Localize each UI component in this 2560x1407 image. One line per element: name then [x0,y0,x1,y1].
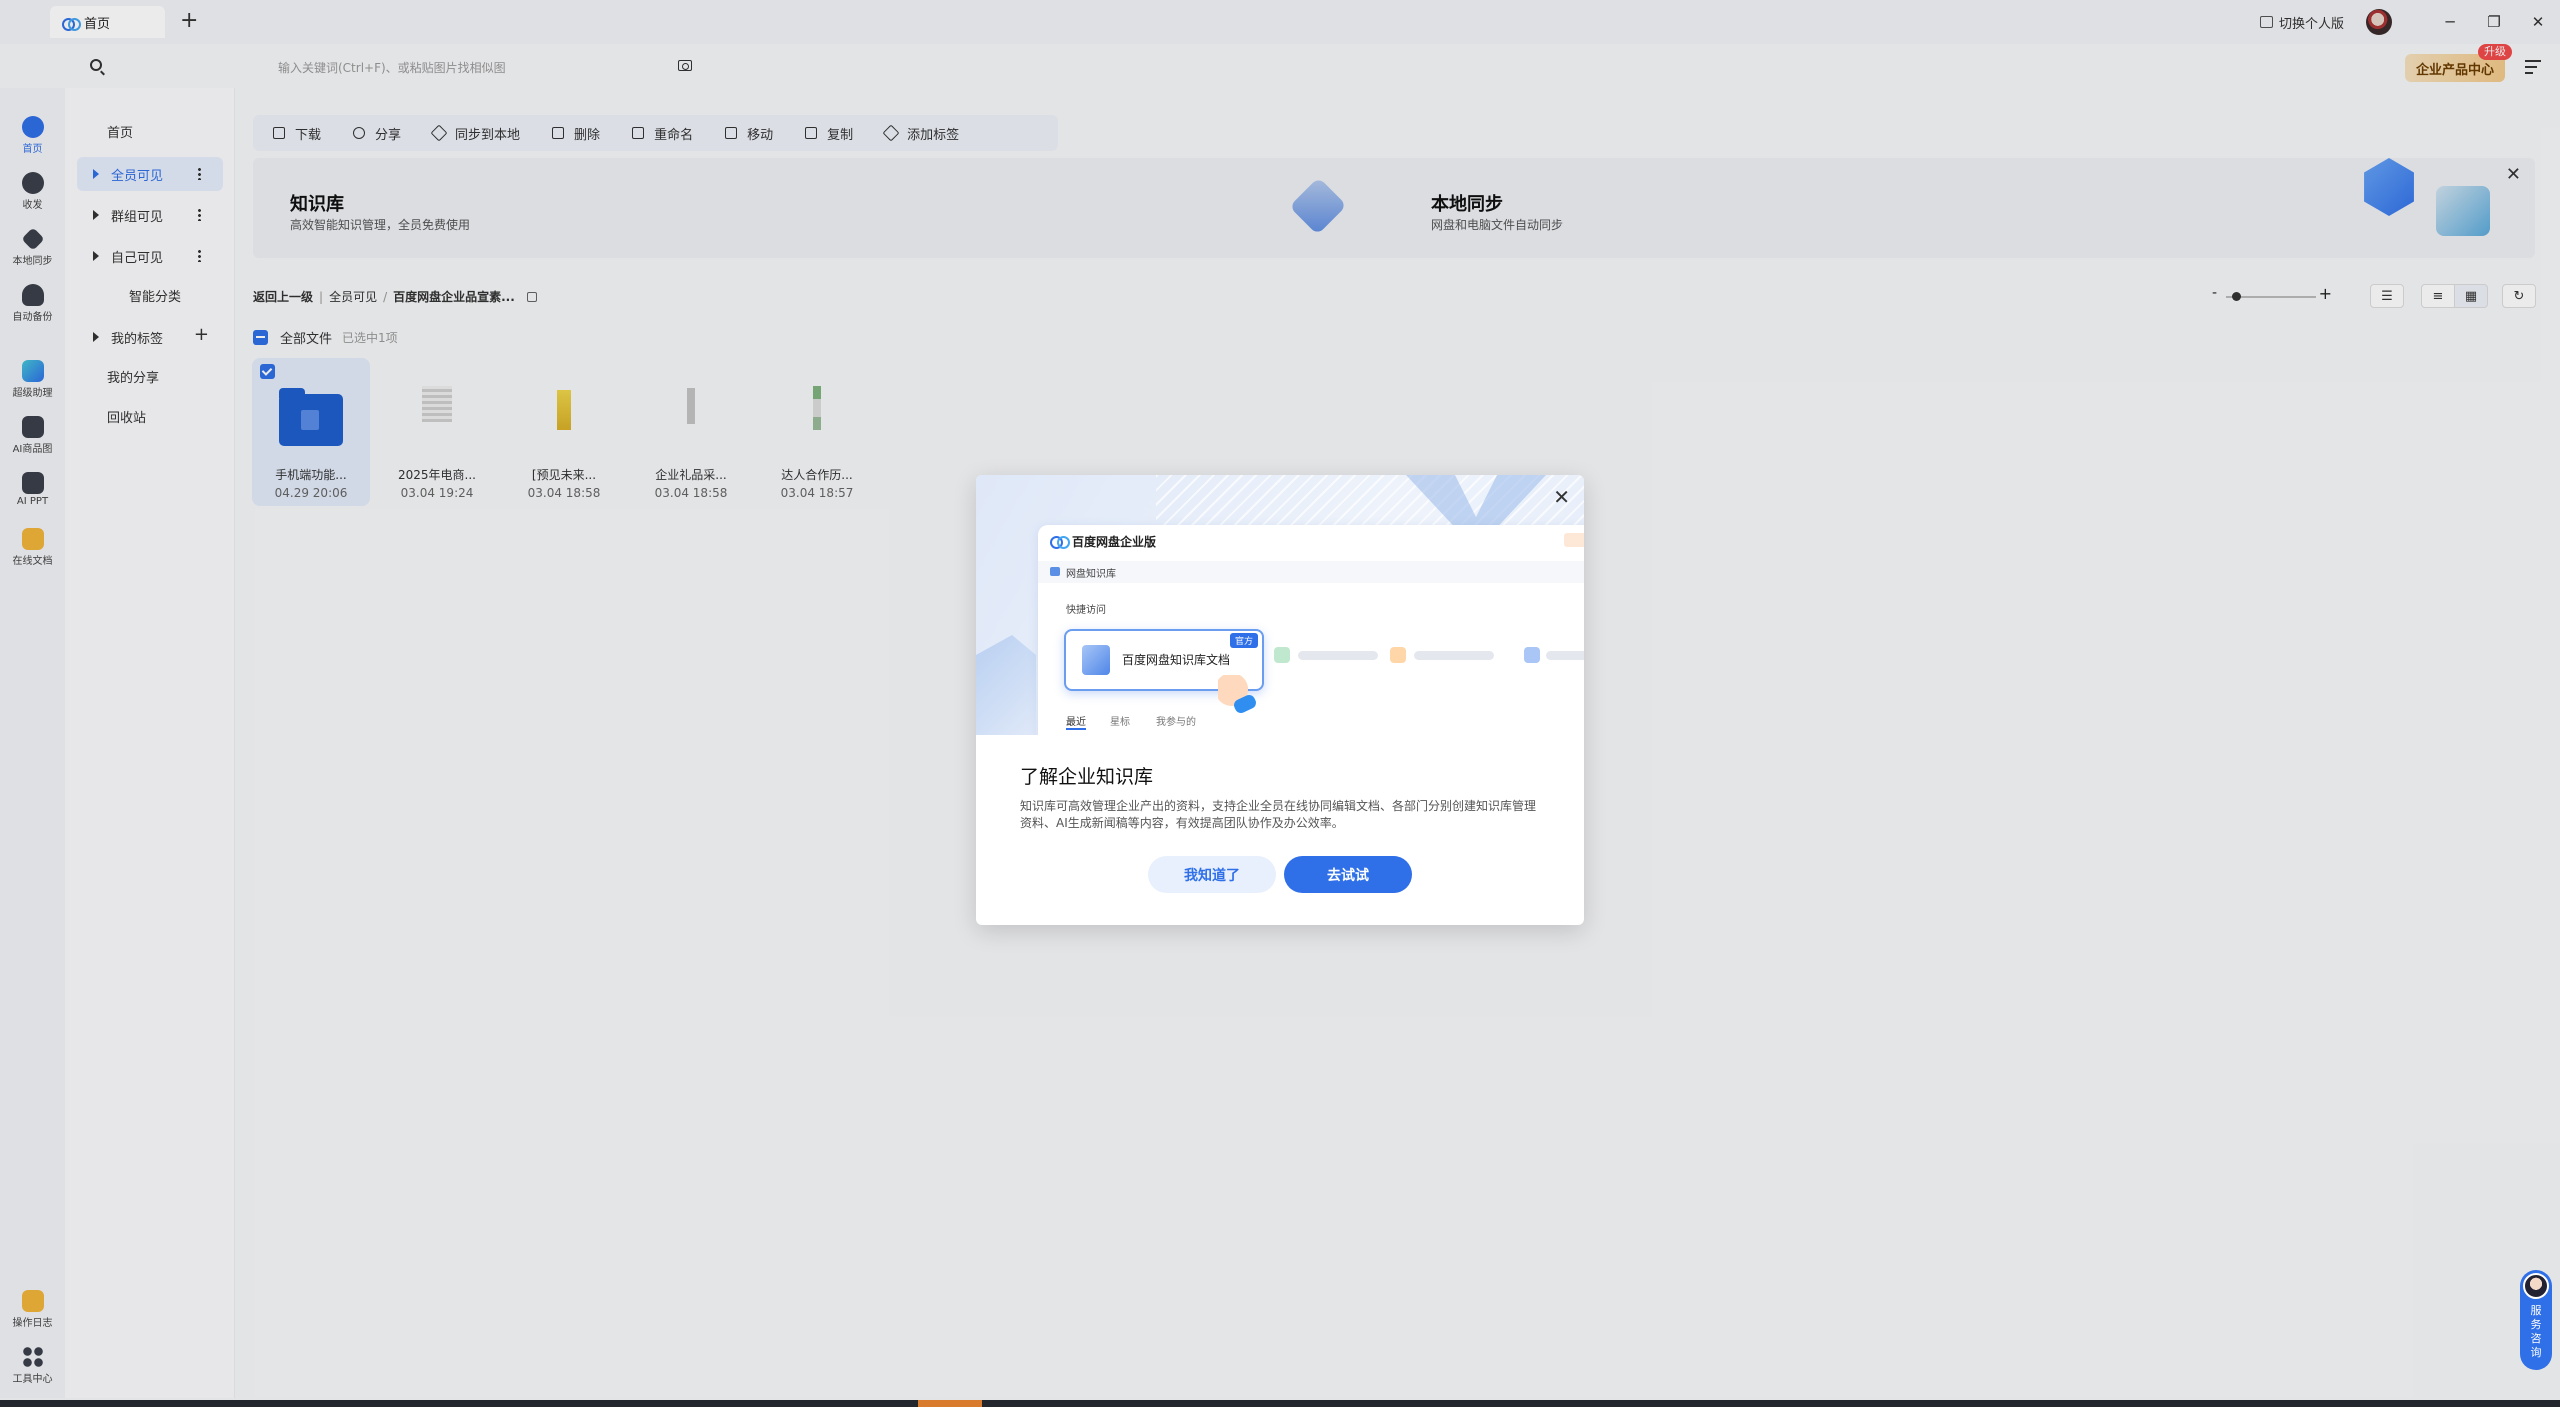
knowledge-base-icon [1050,567,1060,576]
quick-access-label: 快捷访问 [1066,605,1106,616]
preview-card-title: 百度网盘企业版 [1072,535,1157,549]
preview-decor-chip [1564,533,1584,547]
preview-nav-bar [1038,561,1584,583]
preview-tab-participated: 我参与的 [1156,717,1196,728]
dialog-illustration: 百度网盘企业版 网盘知识库 快捷访问 百度网盘知识库文档 官方 最近 星标 我参… [976,475,1584,735]
dialog-close-icon[interactable]: ✕ [1553,485,1570,509]
got-it-button[interactable]: 我知道了 [1148,856,1276,893]
official-tag: 官方 [1229,633,1258,648]
taskbar-highlight [918,1400,982,1407]
document-icon [1082,645,1110,675]
placeholder-icon [1524,647,1540,663]
tile-title: 百度网盘知识库文档 [1122,653,1231,667]
knowledge-base-intro-dialog: ✕ 百度网盘企业版 网盘知识库 快捷访问 百度网盘知识库文档 官方 最近 星标 … [976,475,1584,925]
baidu-netdisk-logo-icon [1050,534,1070,549]
service-label: 服务咨询 [2530,1304,2542,1359]
placeholder-icon [1390,647,1406,663]
preview-card: 百度网盘企业版 网盘知识库 快捷访问 百度网盘知识库文档 官方 最近 星标 我参… [1038,525,1584,735]
agent-avatar [2523,1273,2549,1299]
placeholder-bar [1298,651,1378,660]
decor-cube [976,635,1036,735]
preview-tab-recent: 最近 [1066,713,1086,730]
placeholder-icon [1274,647,1290,663]
customer-service-widget[interactable]: 服务咨询 [2520,1270,2552,1370]
dialog-title: 了解企业知识库 [1020,766,1154,788]
try-it-button[interactable]: 去试试 [1284,856,1412,893]
preview-nav-label: 网盘知识库 [1066,569,1116,580]
taskbar-strip [0,1400,2560,1407]
placeholder-bar [1546,651,1584,660]
preview-tab-starred: 星标 [1110,717,1130,728]
dialog-description: 知识库可高效管理企业产出的资料，支持企业全员在线协同编辑文档、各部门分别创建知识… [1020,799,1537,830]
placeholder-bar [1414,651,1494,660]
